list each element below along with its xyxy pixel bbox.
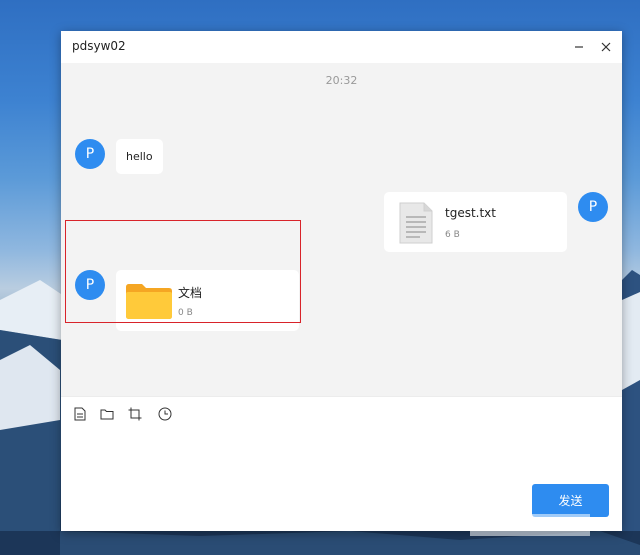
screenshot-button[interactable] bbox=[127, 406, 143, 422]
minimize-icon bbox=[575, 46, 583, 48]
text-file-icon bbox=[399, 202, 433, 244]
message-timestamp: 20:32 bbox=[325, 74, 358, 87]
close-icon bbox=[601, 42, 611, 52]
minimize-button[interactable] bbox=[569, 37, 589, 57]
history-button[interactable] bbox=[157, 406, 173, 422]
message-bubble[interactable]: hello bbox=[116, 139, 163, 174]
message-toolbar bbox=[61, 396, 622, 430]
file-icon bbox=[74, 407, 86, 421]
avatar[interactable]: P bbox=[578, 192, 608, 222]
message-text: hello bbox=[126, 150, 153, 163]
send-file-button[interactable] bbox=[72, 406, 88, 422]
clock-icon bbox=[158, 407, 172, 421]
file-message-bubble[interactable]: tgest.txt 6 B bbox=[384, 192, 567, 252]
folder-icon bbox=[100, 409, 114, 420]
watermark bbox=[470, 514, 590, 536]
send-button[interactable]: 发送 bbox=[532, 484, 609, 517]
file-size: 6 B bbox=[445, 230, 460, 240]
crop-icon bbox=[128, 407, 142, 421]
close-button[interactable] bbox=[596, 37, 616, 57]
file-name: tgest.txt bbox=[445, 206, 496, 220]
avatar[interactable]: P bbox=[75, 139, 105, 169]
window-title: pdsyw02 bbox=[72, 39, 126, 53]
title-bar: pdsyw02 bbox=[61, 31, 622, 63]
send-folder-button[interactable] bbox=[99, 406, 115, 422]
annotation-highlight-box bbox=[65, 220, 301, 323]
